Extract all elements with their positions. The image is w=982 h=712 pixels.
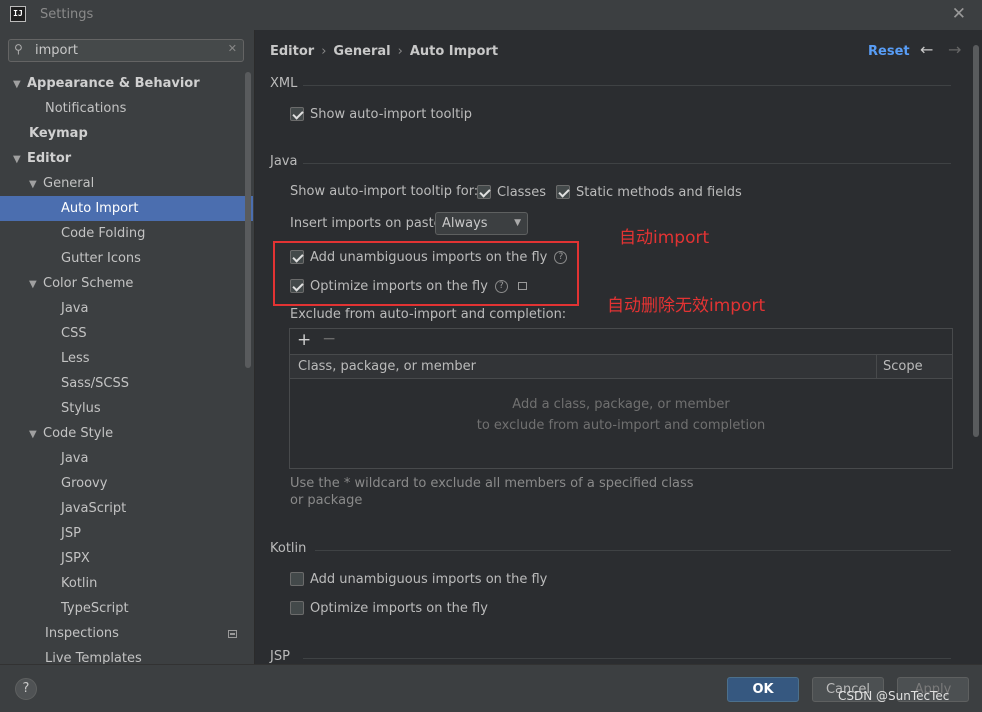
exclude-label: Exclude from auto-import and completion: <box>290 307 567 322</box>
insert-on-paste-label: Insert imports on paste: <box>290 216 447 231</box>
sidebar-item-css[interactable]: CSS <box>0 321 253 346</box>
section-title-kotlin: Kotlin <box>270 541 307 556</box>
section-title-xml: XML <box>270 76 298 91</box>
kotlin-add-unambiguous-checkbox[interactable]: Add unambiguous imports on the fly <box>290 569 547 589</box>
checkbox-checked[interactable] <box>556 185 570 199</box>
sidebar-item-style-java[interactable]: Java <box>0 446 253 471</box>
content-scrollbar[interactable] <box>973 45 979 437</box>
watermark: CSDN @SunTecTec <box>838 689 950 703</box>
chevron-down-icon: ▼ <box>13 79 21 90</box>
checkbox-unchecked[interactable] <box>290 601 304 615</box>
breadcrumb-editor[interactable]: Editor <box>270 44 314 59</box>
sidebar-item-appearance-behavior[interactable]: ▼ Appearance & Behavior <box>0 71 253 96</box>
static-methods-checkbox[interactable]: Static methods and fields <box>556 182 742 202</box>
sidebar-item-color-scheme[interactable]: ▼ Color Scheme <box>0 271 253 296</box>
clear-search-icon[interactable]: ✕ <box>228 42 237 55</box>
checkbox-checked[interactable] <box>477 185 491 199</box>
project-scope-icon <box>228 630 237 638</box>
search-icon: ⚲ <box>14 42 23 56</box>
classes-checkbox[interactable]: Classes <box>477 182 546 202</box>
intellij-logo-icon: IJ <box>10 6 26 22</box>
help-icon[interactable]: ? <box>554 250 568 264</box>
sidebar-item-kotlin[interactable]: Kotlin <box>0 571 253 596</box>
sidebar-item-code-style[interactable]: ▼ Code Style <box>0 421 253 446</box>
java-optimize-imports-checkbox[interactable]: Optimize imports on the fly? <box>290 276 527 296</box>
breadcrumb-separator: › <box>397 44 403 59</box>
sidebar-item-color-java[interactable]: Java <box>0 296 253 321</box>
sidebar-item-groovy[interactable]: Groovy <box>0 471 253 496</box>
sidebar-item-javascript[interactable]: JavaScript <box>0 496 253 521</box>
sidebar-item-editor[interactable]: ▼ Editor <box>0 146 253 171</box>
checkbox-checked[interactable] <box>290 107 304 121</box>
annotation-auto-remove: 自动删除无效import <box>607 296 766 316</box>
annotation-auto-import: 自动import <box>619 228 710 248</box>
project-scope-icon <box>517 282 527 290</box>
sidebar-item-general[interactable]: ▼ General <box>0 171 253 196</box>
chevron-down-icon: ▼ <box>29 179 37 190</box>
exclude-table: + − Class, package, or member Scope Add … <box>289 328 953 469</box>
kotlin-optimize-imports-checkbox[interactable]: Optimize imports on the fly <box>290 598 488 618</box>
chevron-down-icon: ▼ <box>29 279 37 290</box>
section-divider <box>303 163 951 164</box>
settings-sidebar: ⚲ ✕ ▼Appearance & Behavior Notifications… <box>0 30 254 666</box>
sidebar-item-less[interactable]: Less <box>0 346 253 371</box>
remove-icon[interactable]: − <box>322 329 336 349</box>
back-arrow-icon[interactable]: ← <box>920 40 933 59</box>
add-icon[interactable]: + <box>297 330 311 350</box>
forward-arrow-icon[interactable]: → <box>948 40 961 59</box>
breadcrumb-auto-import: Auto Import <box>409 44 499 59</box>
breadcrumb-separator: › <box>321 44 327 59</box>
search-input[interactable] <box>35 42 220 59</box>
checkbox-checked[interactable] <box>290 279 304 293</box>
section-title-jsp: JSP <box>270 649 290 664</box>
help-button[interactable]: ? <box>15 678 37 700</box>
window-title: Settings <box>40 7 94 22</box>
column-header-class[interactable]: Class, package, or member <box>298 359 476 374</box>
xml-show-tooltip-checkbox[interactable]: Show auto-import tooltip <box>290 104 472 124</box>
tooltip-for-label: Show auto-import tooltip for: <box>290 184 479 199</box>
search-field[interactable]: ⚲ ✕ <box>8 39 244 62</box>
java-add-unambiguous-checkbox[interactable]: Add unambiguous imports on the fly? <box>290 247 568 267</box>
checkbox-unchecked[interactable] <box>290 572 304 586</box>
sidebar-scrollbar[interactable] <box>245 72 251 368</box>
close-icon[interactable]: ✕ <box>952 4 966 24</box>
breadcrumb-general[interactable]: General <box>333 44 390 59</box>
sidebar-item-keymap[interactable]: Keymap <box>0 121 253 146</box>
reset-link[interactable]: Reset <box>868 44 910 59</box>
section-divider <box>315 550 951 551</box>
title-bar: IJ Settings ✕ <box>0 0 982 30</box>
ok-button[interactable]: OK <box>727 677 799 702</box>
sidebar-item-typescript[interactable]: TypeScript <box>0 596 253 621</box>
sidebar-item-stylus[interactable]: Stylus <box>0 396 253 421</box>
column-divider <box>876 355 877 379</box>
sidebar-item-auto-import[interactable]: Auto Import <box>0 196 253 221</box>
chevron-down-icon: ▼ <box>29 429 37 440</box>
section-title-java: Java <box>270 154 298 169</box>
column-header-scope[interactable]: Scope <box>883 359 923 374</box>
table-toolbar: + − <box>290 329 952 355</box>
chevron-down-icon: ▼ <box>13 154 21 165</box>
sidebar-item-jsp[interactable]: JSP <box>0 521 253 546</box>
sidebar-item-gutter-icons[interactable]: Gutter Icons <box>0 246 253 271</box>
sidebar-item-jspx[interactable]: JSPX <box>0 546 253 571</box>
checkbox-checked[interactable] <box>290 250 304 264</box>
sidebar-item-sass-scss[interactable]: Sass/SCSS <box>0 371 253 396</box>
table-empty-text[interactable]: Add a class, package, or member <box>290 397 952 412</box>
table-header: Class, package, or member Scope <box>290 355 952 379</box>
sidebar-item-inspections[interactable]: Inspections <box>0 621 253 646</box>
breadcrumb: Editor › General › Auto Import <box>270 44 498 59</box>
section-divider <box>303 85 951 86</box>
dropdown-arrow-icon: ▼ <box>514 218 521 228</box>
dialog-footer: ? OK Cancel Apply CSDN @SunTecTec <box>0 664 982 712</box>
wildcard-hint: Use the * wildcard to exclude all member… <box>290 476 694 508</box>
sidebar-item-code-folding[interactable]: Code Folding <box>0 221 253 246</box>
help-icon[interactable]: ? <box>494 279 508 293</box>
sidebar-item-notifications[interactable]: Notifications <box>0 96 253 121</box>
table-empty-text: to exclude from auto-import and completi… <box>476 418 766 433</box>
settings-content: Editor › General › Auto Import Reset ← → XML… <box>255 30 982 664</box>
insert-on-paste-select[interactable]: Always ▼ <box>435 212 528 235</box>
section-divider <box>303 658 951 659</box>
